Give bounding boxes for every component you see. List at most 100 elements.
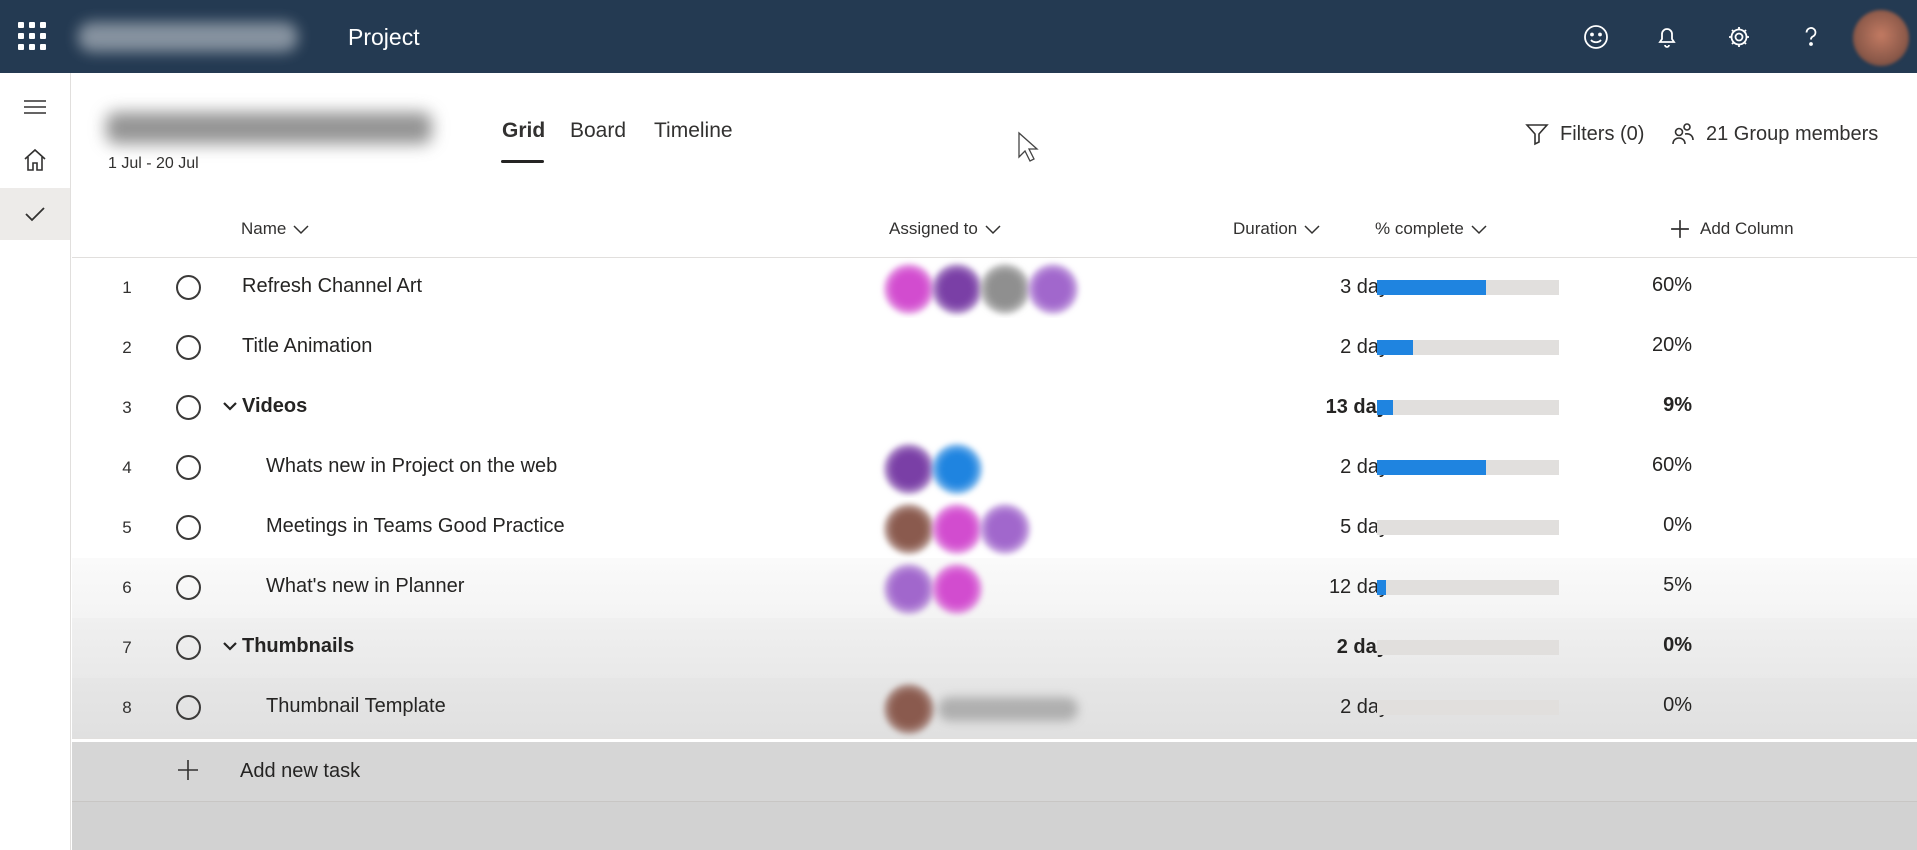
progress-fill: [1377, 400, 1394, 415]
progress-bar: [1377, 340, 1559, 355]
avatar: [980, 504, 1030, 554]
hamburger-icon[interactable]: [0, 81, 70, 133]
progress-fill: [1377, 280, 1487, 295]
percent-complete[interactable]: 20%: [1582, 334, 1692, 357]
assignee-avatars[interactable]: [884, 504, 1030, 554]
percent-complete[interactable]: 9%: [1582, 394, 1692, 417]
home-icon[interactable]: [0, 134, 70, 186]
task-number: 3: [122, 398, 132, 417]
add-new-task-label: Add new task: [240, 760, 361, 782]
help-icon[interactable]: [1796, 22, 1826, 52]
filters-button[interactable]: Filters (0): [1524, 121, 1644, 147]
task-number: 1: [122, 278, 132, 297]
mouse-cursor-icon: [1018, 131, 1039, 162]
complete-task-checkbox[interactable]: [176, 455, 201, 480]
task-name[interactable]: Refresh Channel Art: [242, 275, 422, 298]
percent-complete[interactable]: 5%: [1582, 574, 1692, 597]
waffle-icon[interactable]: [18, 22, 46, 50]
assignee-avatars[interactable]: [884, 444, 982, 494]
bell-icon[interactable]: [1652, 22, 1682, 52]
tab-board[interactable]: Board: [570, 119, 626, 143]
task-name[interactable]: What's new in Planner: [266, 575, 464, 598]
filters-label: Filters (0): [1560, 122, 1645, 145]
task-name[interactable]: Title Animation: [242, 335, 372, 358]
column-name-label: Name: [241, 219, 287, 238]
column-header-duration[interactable]: Duration: [1233, 219, 1321, 239]
group-members-button[interactable]: 21 Group members: [1670, 121, 1878, 147]
plus-icon: [1671, 220, 1689, 238]
chevron-down-icon: [293, 225, 309, 235]
task-name[interactable]: Thumbnails: [242, 635, 354, 658]
task-row[interactable]: 3 Videos 13 days 9%: [72, 378, 1917, 439]
chevron-down-icon: [1471, 225, 1487, 235]
task-number: 6: [122, 578, 132, 597]
plan-dates: 1 Jul - 20 Jul: [108, 155, 199, 172]
progress-bar: [1377, 640, 1559, 655]
tab-timeline[interactable]: Timeline: [654, 119, 733, 143]
avatar: [884, 684, 934, 734]
organization-name-redacted: [78, 22, 298, 52]
avatar: [980, 264, 1030, 314]
add-new-task-row[interactable]: Add new task: [72, 742, 1917, 802]
avatar: [932, 504, 982, 554]
task-name[interactable]: Thumbnail Template: [266, 695, 446, 718]
task-row[interactable]: 4 Whats new in Project on the web 2 days 60…: [72, 438, 1917, 499]
complete-task-checkbox[interactable]: [176, 395, 201, 420]
task-name[interactable]: Whats new in Project on the web: [266, 455, 557, 478]
task-row[interactable]: 6 What's new in Planner 12 days 5%: [72, 558, 1917, 619]
task-row[interactable]: 8 Thumbnail Template 2 days 0%: [72, 678, 1917, 739]
complete-task-checkbox[interactable]: [176, 515, 201, 540]
percent-complete[interactable]: 60%: [1582, 454, 1692, 477]
percent-complete[interactable]: 0%: [1582, 514, 1692, 537]
chevron-down-icon: [1304, 225, 1320, 235]
avatar: [884, 444, 934, 494]
column-header-name[interactable]: Name: [241, 219, 310, 239]
avatar: [1028, 264, 1078, 314]
column-header-complete[interactable]: % complete: [1375, 219, 1488, 239]
people-icon: [1672, 123, 1694, 145]
checkmark-icon[interactable]: [0, 188, 70, 240]
progress-fill: [1377, 460, 1487, 475]
progress-bar: [1377, 700, 1559, 715]
collapse-chevron-icon[interactable]: [222, 399, 238, 413]
task-name[interactable]: Videos: [242, 395, 307, 418]
column-duration-label: Duration: [1233, 219, 1298, 238]
task-number: 4: [122, 458, 132, 477]
plus-icon: [178, 760, 198, 780]
task-row[interactable]: 1 Refresh Channel Art 3 days 60%: [72, 258, 1917, 319]
add-column-label: Add Column: [1700, 219, 1794, 238]
emoji-icon[interactable]: [1581, 22, 1611, 52]
progress-fill: [1377, 340, 1414, 355]
avatar: [884, 564, 934, 614]
add-column-button[interactable]: Add Column: [1670, 219, 1794, 239]
complete-task-checkbox[interactable]: [176, 275, 201, 300]
plan-title-redacted: [106, 112, 432, 144]
progress-bar: [1377, 280, 1559, 295]
task-row[interactable]: 7 Thumbnails 2 days 0%: [72, 618, 1917, 679]
complete-task-checkbox[interactable]: [176, 635, 201, 660]
tab-grid[interactable]: Grid: [502, 119, 545, 143]
assignee-name-redacted: [938, 697, 1078, 721]
percent-complete[interactable]: 60%: [1582, 274, 1692, 297]
progress-bar: [1377, 520, 1559, 535]
task-row[interactable]: 2 Title Animation 2 days 20%: [72, 318, 1917, 379]
complete-task-checkbox[interactable]: [176, 695, 201, 720]
complete-task-checkbox[interactable]: [176, 335, 201, 360]
progress-bar: [1377, 580, 1559, 595]
chevron-down-icon: [985, 225, 1001, 235]
task-number: 5: [122, 518, 132, 537]
left-rail: [0, 73, 71, 850]
column-header-assigned[interactable]: Assigned to: [889, 219, 1002, 239]
complete-task-checkbox[interactable]: [176, 575, 201, 600]
percent-complete[interactable]: 0%: [1582, 634, 1692, 657]
task-name[interactable]: Meetings in Teams Good Practice: [266, 515, 565, 538]
percent-complete[interactable]: 0%: [1582, 694, 1692, 717]
collapse-chevron-icon[interactable]: [222, 639, 238, 653]
assignee-avatars[interactable]: [884, 564, 982, 614]
assignee-avatars[interactable]: [884, 684, 1078, 734]
active-tab-indicator: [501, 160, 544, 163]
task-row[interactable]: 5 Meetings in Teams Good Practice 5 days 0%: [72, 498, 1917, 559]
user-avatar[interactable]: [1853, 10, 1909, 66]
assignee-avatars[interactable]: [884, 264, 1078, 314]
gear-icon[interactable]: [1724, 22, 1754, 52]
